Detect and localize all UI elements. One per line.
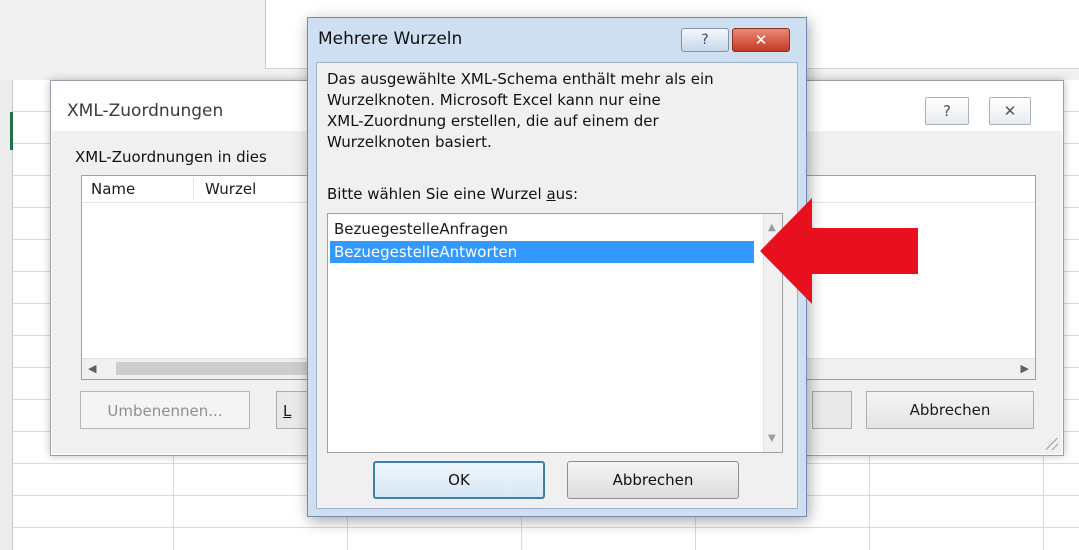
multiple-roots-titlebar[interactable]: Mehrere Wurzeln ? ✕ xyxy=(308,18,806,62)
close-button[interactable]: ✕ xyxy=(989,97,1031,125)
ok-button[interactable] xyxy=(812,391,852,429)
multiple-roots-body: Das ausgewählte XML-Schema enthält mehr … xyxy=(316,62,798,509)
prompt-text: Bitte wählen Sie eine Wurzel xyxy=(327,185,547,203)
resize-grip-icon[interactable] xyxy=(1046,438,1058,450)
red-arrow-left-icon xyxy=(760,198,918,304)
active-cell-marker xyxy=(10,112,13,150)
help-button[interactable]: ? xyxy=(681,28,729,52)
close-button[interactable]: ✕ xyxy=(732,28,790,52)
cancel-button[interactable]: Abbrechen xyxy=(567,461,739,499)
chevron-left-icon[interactable]: ◀ xyxy=(88,362,96,375)
message-line: Wurzelknoten. Microsoft Excel kann nur e… xyxy=(327,91,661,109)
prompt-accesskey: a xyxy=(546,185,556,203)
message-line: Das ausgewählte XML-Schema enthält mehr … xyxy=(327,70,714,88)
multiple-roots-message: Das ausgewählte XML-Schema enthält mehr … xyxy=(327,69,789,153)
ok-button[interactable]: OK xyxy=(373,461,545,499)
message-line: Wurzelknoten basiert. xyxy=(327,133,492,151)
scrollbar-thumb[interactable] xyxy=(116,362,316,375)
prompt-text-end: us: xyxy=(555,185,579,203)
root-list[interactable]: BezuegestelleAnfragen BezuegestelleAntwo… xyxy=(327,213,783,453)
column-header-root[interactable]: Wurzel xyxy=(205,180,256,198)
rename-button[interactable]: Umbenennen... xyxy=(80,391,250,429)
root-list-item-selected[interactable]: BezuegestelleAntworten xyxy=(330,241,754,263)
delete-button-label: L xyxy=(283,402,292,420)
column-header-name[interactable]: Name xyxy=(91,180,135,198)
root-list-item[interactable]: BezuegestelleAnfragen xyxy=(330,218,754,240)
column-separator[interactable] xyxy=(193,178,194,200)
cancel-button[interactable]: Abbrechen xyxy=(866,391,1034,429)
xml-maps-description: XML-Zuordnungen in dies xyxy=(75,148,267,166)
root-select-label: Bitte wählen Sie eine Wurzel aus: xyxy=(327,185,578,203)
row-header-strip xyxy=(0,80,13,550)
chevron-right-icon[interactable]: ▶ xyxy=(1021,362,1029,375)
xml-maps-title: XML-Zuordnungen xyxy=(67,101,224,121)
chevron-down-icon[interactable]: ▼ xyxy=(768,433,776,444)
multiple-roots-title: Mehrere Wurzeln xyxy=(318,29,463,49)
multiple-roots-dialog: Mehrere Wurzeln ? ✕ Das ausgewählte XML-… xyxy=(307,17,807,517)
help-button[interactable]: ? xyxy=(925,97,969,125)
message-line: XML-Zuordnung erstellen, die auf einem d… xyxy=(327,112,659,130)
